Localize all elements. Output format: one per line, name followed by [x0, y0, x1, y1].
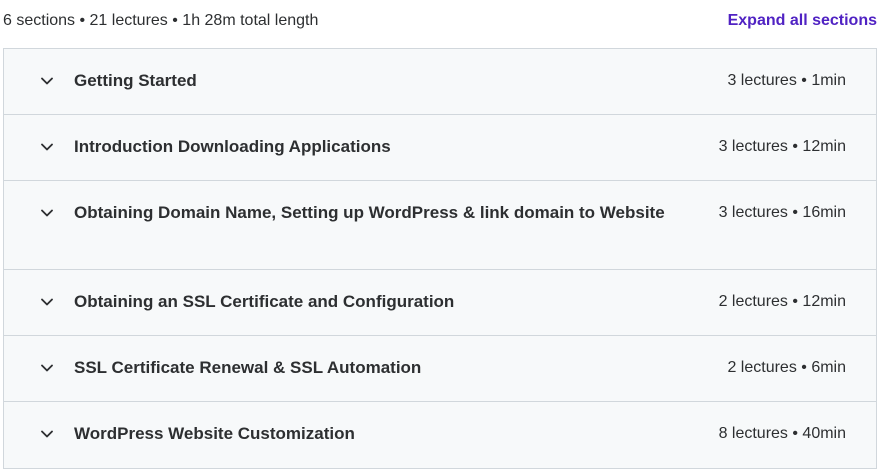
section-row-wordpress-customization[interactable]: WordPress Website Customization 8 lectur…: [4, 402, 876, 468]
section-title: Getting Started: [74, 71, 197, 90]
chevron-down-icon: [40, 295, 54, 309]
chevron-down-icon: [40, 206, 54, 220]
section-row-ssl-renewal[interactable]: SSL Certificate Renewal & SSL Automation…: [4, 336, 876, 402]
course-summary-text: 6 sections • 21 lectures • 1h 28m total …: [3, 12, 319, 29]
expand-all-sections-button[interactable]: Expand all sections: [728, 12, 877, 30]
course-sections-list: Getting Started 3 lectures • 1min Introd…: [3, 48, 877, 469]
section-meta: 3 lectures • 16min: [718, 204, 846, 221]
section-title: SSL Certificate Renewal & SSL Automation: [74, 358, 422, 377]
section-row-getting-started[interactable]: Getting Started 3 lectures • 1min: [4, 49, 876, 115]
section-meta: 8 lectures • 40min: [718, 425, 846, 442]
section-title: Obtaining Domain Name, Setting up WordPr…: [74, 203, 665, 222]
chevron-down-icon: [40, 74, 54, 88]
section-row-domain-name[interactable]: Obtaining Domain Name, Setting up WordPr…: [4, 181, 876, 270]
section-meta: 2 lectures • 12min: [718, 293, 846, 310]
chevron-down-icon: [40, 361, 54, 375]
course-content-header: 6 sections • 21 lectures • 1h 28m total …: [0, 0, 881, 44]
chevron-down-icon: [40, 140, 54, 154]
chevron-down-icon: [40, 427, 54, 441]
section-title: Introduction Downloading Applications: [74, 137, 391, 156]
section-title: Obtaining an SSL Certificate and Configu…: [74, 292, 455, 311]
section-meta: 2 lectures • 6min: [727, 359, 846, 376]
section-meta: 3 lectures • 12min: [718, 138, 846, 155]
section-row-ssl-certificate[interactable]: Obtaining an SSL Certificate and Configu…: [4, 270, 876, 336]
section-title: WordPress Website Customization: [74, 424, 355, 443]
section-row-introduction[interactable]: Introduction Downloading Applications 3 …: [4, 115, 876, 181]
section-meta: 3 lectures • 1min: [727, 72, 846, 89]
